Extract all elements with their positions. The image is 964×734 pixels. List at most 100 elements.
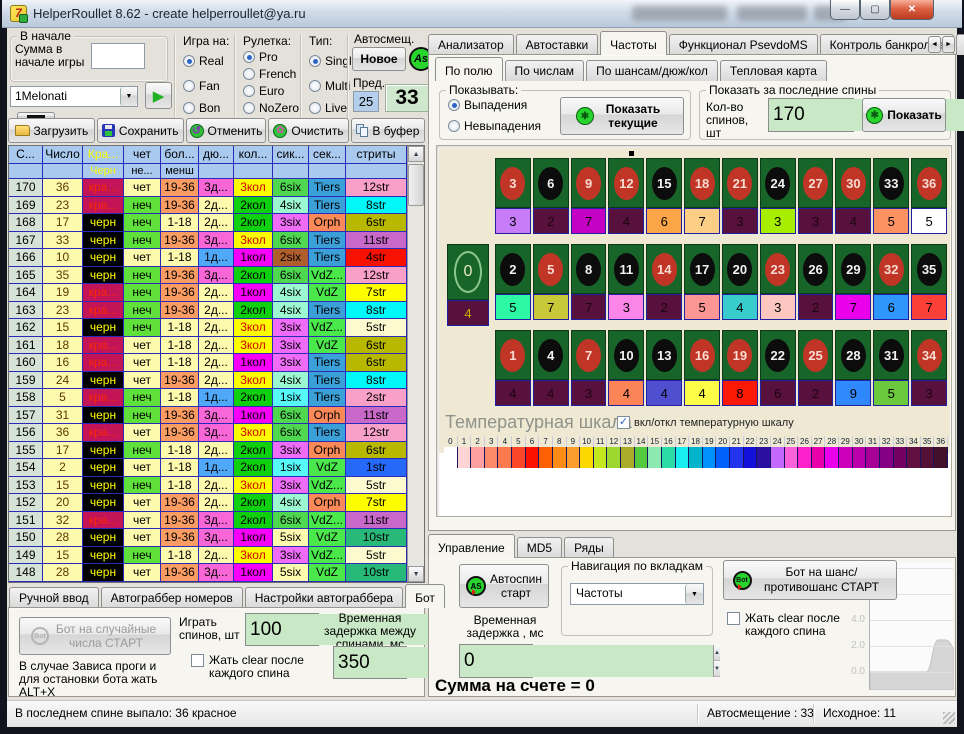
roulette-number-36[interactable]: 36	[911, 158, 947, 208]
roulette-number-28[interactable]: 28	[835, 330, 871, 380]
subtab-heat-map[interactable]: Тепловая карта	[720, 60, 827, 81]
roulette-number-32[interactable]: 32	[873, 244, 909, 294]
roulette-number-9[interactable]: 9	[571, 158, 607, 208]
close-button[interactable]: ✕	[890, 0, 934, 20]
column-header[interactable]: С...	[9, 146, 43, 164]
column-header[interactable]: сек...	[309, 146, 346, 164]
roulette-number-33[interactable]: 33	[873, 158, 909, 208]
table-row[interactable]: 16016кра...чет1-182д...1кол3sixTiers6str	[9, 354, 407, 372]
roulette-number-23[interactable]: 23	[760, 244, 796, 294]
radio-type-singl[interactable]: Singl	[309, 54, 352, 68]
scroll-up-icon[interactable]: ▲	[408, 146, 424, 162]
table-row[interactable]: 15315черннеч1-182д...3кол3sixVdZ...5str	[9, 477, 407, 495]
subtab-by-numbers[interactable]: По числам	[505, 60, 585, 81]
radio-show-hits[interactable]: Выпадения	[448, 98, 527, 112]
table-row[interactable]: 17036кра...чет19-363д...3кол6sixTiers12s…	[9, 179, 407, 197]
tab-functional-psevdoms[interactable]: Функционал PsevdoMS	[669, 34, 818, 55]
roulette-number-20[interactable]: 20	[722, 244, 758, 294]
roulette-number-17[interactable]: 17	[684, 244, 720, 294]
preset-combobox[interactable]: 1Melonati ▼	[10, 86, 138, 107]
roulette-number-19[interactable]: 19	[722, 330, 758, 380]
autospin-start-button[interactable]: AS Автоспин старт	[459, 564, 549, 608]
zero-number[interactable]: 0	[447, 244, 489, 300]
roulette-number-7[interactable]: 7	[571, 330, 607, 380]
table-row[interactable]: 15220чернчет19-362д...2кол4sixOrph7str	[9, 494, 407, 512]
copy-to-buffer-button[interactable]: В буфер	[351, 118, 425, 143]
table-row[interactable]: 16535черннеч19-363д...2кол6sixVdZ...12st…	[9, 267, 407, 285]
roulette-number-12[interactable]: 12	[608, 158, 644, 208]
tab-bot[interactable]: Бот	[405, 584, 445, 608]
tab-autograbber-settings[interactable]: Настройки автограббера	[245, 587, 403, 608]
table-row[interactable]: 16323кра...неч19-362д...2кол4sixTiers8st…	[9, 302, 407, 320]
spin-down-icon[interactable]: ▼	[714, 661, 720, 677]
table-row[interactable]: 14915черннеч1-182д...3кол3sixVdZ...5str	[9, 547, 407, 565]
table-row[interactable]: 16215черннеч1-182д...3кол3sixVdZ...5str	[9, 319, 407, 337]
column-header[interactable]: дю...	[199, 146, 234, 164]
tab-md5[interactable]: MD5	[517, 537, 562, 558]
roulette-number-1[interactable]: 1	[495, 330, 531, 380]
resize-grip[interactable]	[943, 712, 955, 724]
roulette-number-24[interactable]: 24	[760, 158, 796, 208]
table-row[interactable]: 1542чернчет1-181д...2кол1sixVdZ1str	[9, 459, 407, 477]
roulette-number-30[interactable]: 30	[835, 158, 871, 208]
roulette-number-13[interactable]: 13	[646, 330, 682, 380]
radio-type-live[interactable]: Live	[309, 101, 347, 115]
autoshift-new-button[interactable]: Новое	[352, 47, 406, 71]
control-clear-checkbox[interactable]	[727, 612, 740, 625]
roulette-number-29[interactable]: 29	[835, 244, 871, 294]
roulette-number-27[interactable]: 27	[798, 158, 834, 208]
roulette-number-15[interactable]: 15	[646, 158, 682, 208]
tab-scroll-right[interactable]: ►	[942, 36, 955, 53]
radio-game-bon[interactable]: Bon	[183, 101, 220, 115]
tab-rows[interactable]: Ряды	[564, 537, 614, 558]
roulette-number-6[interactable]: 6	[533, 158, 569, 208]
table-row[interactable]: 16610чернчет1-181д...1кол2sixTiers4str	[9, 249, 407, 267]
table-row[interactable]: 14713черннеч1-182д...1кол3sixTiers5str	[9, 582, 407, 583]
show-button[interactable]: ✱ Показать	[862, 98, 946, 132]
table-row[interactable]: 15636кра...чет19-363д...3кол6sixTiers12s…	[9, 424, 407, 442]
table-row[interactable]: 1585кра...неч1-181д...2кол1sixTiers2str	[9, 389, 407, 407]
tab-control[interactable]: Управление	[428, 534, 515, 558]
column-header[interactable]: Кра...	[83, 146, 124, 164]
maximize-button[interactable]: ▢	[860, 0, 890, 20]
column-header[interactable]: Число	[43, 146, 83, 164]
roulette-number-22[interactable]: 22	[760, 330, 796, 380]
minimize-button[interactable]: —	[830, 0, 860, 20]
radio-game-real[interactable]: Real	[183, 54, 224, 68]
roulette-number-26[interactable]: 26	[798, 244, 834, 294]
roulette-number-35[interactable]: 35	[911, 244, 947, 294]
random-bot-start-button[interactable]: Bot Бот на случайные числа СТАРТ	[19, 617, 171, 655]
table-row[interactable]: 15132кра...чет19-363д...2кол6sixVdZ...11…	[9, 512, 407, 530]
save-button[interactable]: Сохранить	[97, 118, 184, 143]
scrollbar-thumb[interactable]	[408, 164, 424, 206]
radio-show-misses[interactable]: Невыпадения	[448, 119, 541, 133]
history-scrollbar[interactable]: ▲ ▼	[407, 146, 424, 582]
roulette-number-34[interactable]: 34	[911, 330, 947, 380]
roulette-number-21[interactable]: 21	[722, 158, 758, 208]
roulette-number-3[interactable]: 3	[495, 158, 531, 208]
table-row[interactable]: 15517черннеч1-182д...2кол3sixOrph6str	[9, 442, 407, 460]
roulette-number-16[interactable]: 16	[684, 330, 720, 380]
table-row[interactable]: 16733черннеч19-363д...3кол6sixTiers11str	[9, 232, 407, 250]
radio-roulette-french[interactable]: French	[243, 67, 296, 81]
roulette-number-14[interactable]: 14	[646, 244, 682, 294]
radio-type-multi[interactable]: Multi	[309, 79, 350, 93]
tab-manual-input[interactable]: Ручной ввод	[9, 587, 99, 608]
table-row[interactable]: 16419кра...неч19-362д...1кол4sixVdZ7str	[9, 284, 407, 302]
radio-game-fan[interactable]: Fan	[183, 79, 220, 93]
tab-frequencies[interactable]: Частоты	[600, 31, 667, 55]
column-header[interactable]: чет	[124, 146, 161, 164]
subtab-by-field[interactable]: По полю	[435, 57, 503, 81]
roulette-number-5[interactable]: 5	[533, 244, 569, 294]
table-row[interactable]: 16923кра...неч19-362д...2кол4sixTiers8st…	[9, 197, 407, 215]
column-header[interactable]: стриты	[346, 146, 407, 164]
tab-autograbber-numbers[interactable]: Автограббер номеров	[101, 587, 243, 608]
table-row[interactable]: 16817черннеч1-182д...2кол3sixOrph6str	[9, 214, 407, 232]
tab-autobets[interactable]: Автоставки	[516, 34, 599, 55]
column-header[interactable]: бол...	[161, 146, 199, 164]
zero-cell[interactable]: 0 4	[447, 244, 489, 326]
column-header[interactable]: кол...	[234, 146, 273, 164]
nav-combobox[interactable]: Частоты ▼	[570, 583, 704, 605]
roulette-number-2[interactable]: 2	[495, 244, 531, 294]
spin-up-icon[interactable]: ▲	[714, 645, 720, 661]
